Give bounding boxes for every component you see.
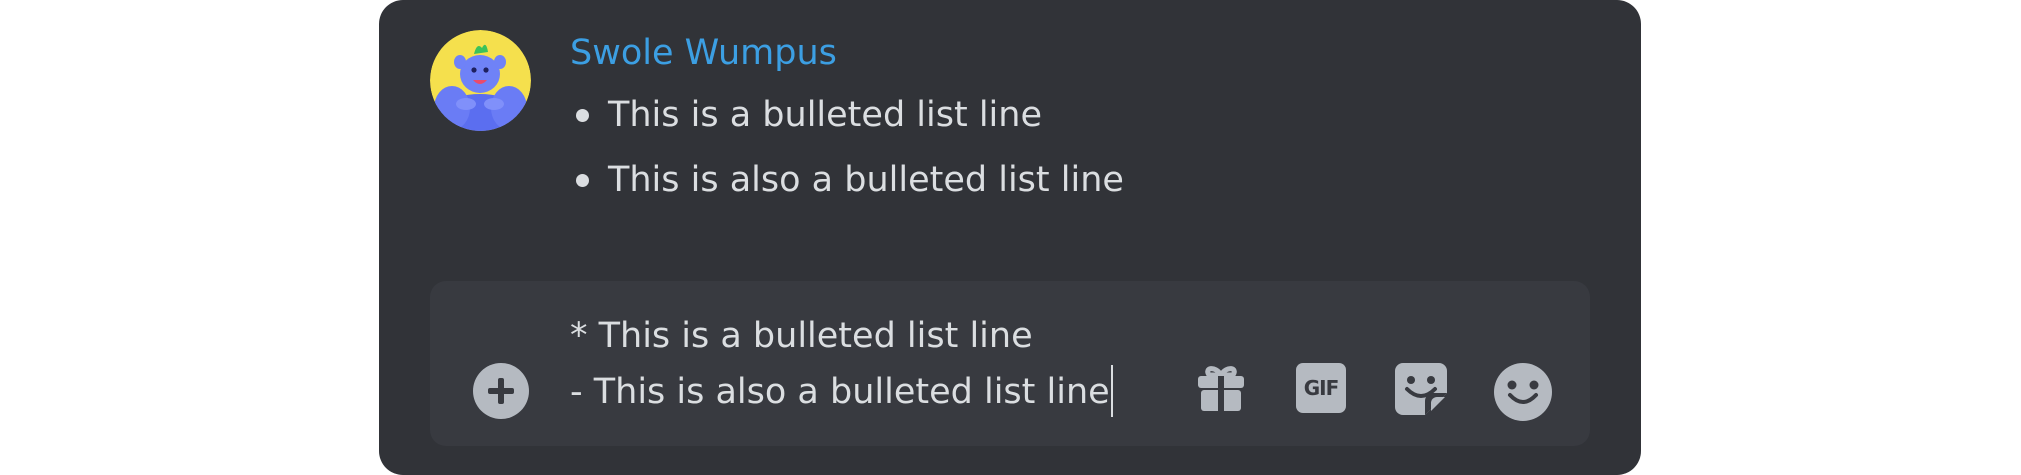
list-item-text: This is also a bulleted list line: [608, 160, 1124, 200]
plus-icon[interactable]: [473, 363, 529, 419]
chat-panel: Swole Wumpus This is a bulleted list lin…: [379, 0, 1641, 475]
sticker-icon[interactable]: [1395, 363, 1453, 421]
gif-icon[interactable]: GIF: [1296, 363, 1354, 421]
avatar[interactable]: [430, 30, 531, 131]
gif-label: GIF: [1303, 376, 1340, 400]
bullet-icon: [576, 174, 589, 187]
username[interactable]: Swole Wumpus: [570, 28, 837, 78]
list-item-text: This is a bulleted list line: [608, 95, 1042, 135]
list-item: This is also a bulleted list line: [570, 155, 1124, 205]
wumpus-avatar-icon: [430, 30, 531, 131]
list-item: This is a bulleted list line: [570, 90, 1124, 140]
bullet-icon: [576, 109, 589, 122]
bulleted-list: This is a bulleted list line This is als…: [570, 90, 1124, 205]
input-text[interactable]: - This is also a bulleted list line: [570, 372, 1110, 412]
message-input-line[interactable]: * This is a bulleted list line: [570, 311, 1033, 361]
message-input-line[interactable]: - This is also a bulleted list line: [570, 365, 1113, 417]
message-composer: * This is a bulleted list line - This is…: [430, 281, 1590, 446]
emoji-icon[interactable]: [1494, 363, 1552, 421]
gift-icon[interactable]: [1196, 363, 1254, 421]
input-text[interactable]: * This is a bulleted list line: [570, 316, 1033, 356]
text-caret: [1110, 365, 1113, 417]
